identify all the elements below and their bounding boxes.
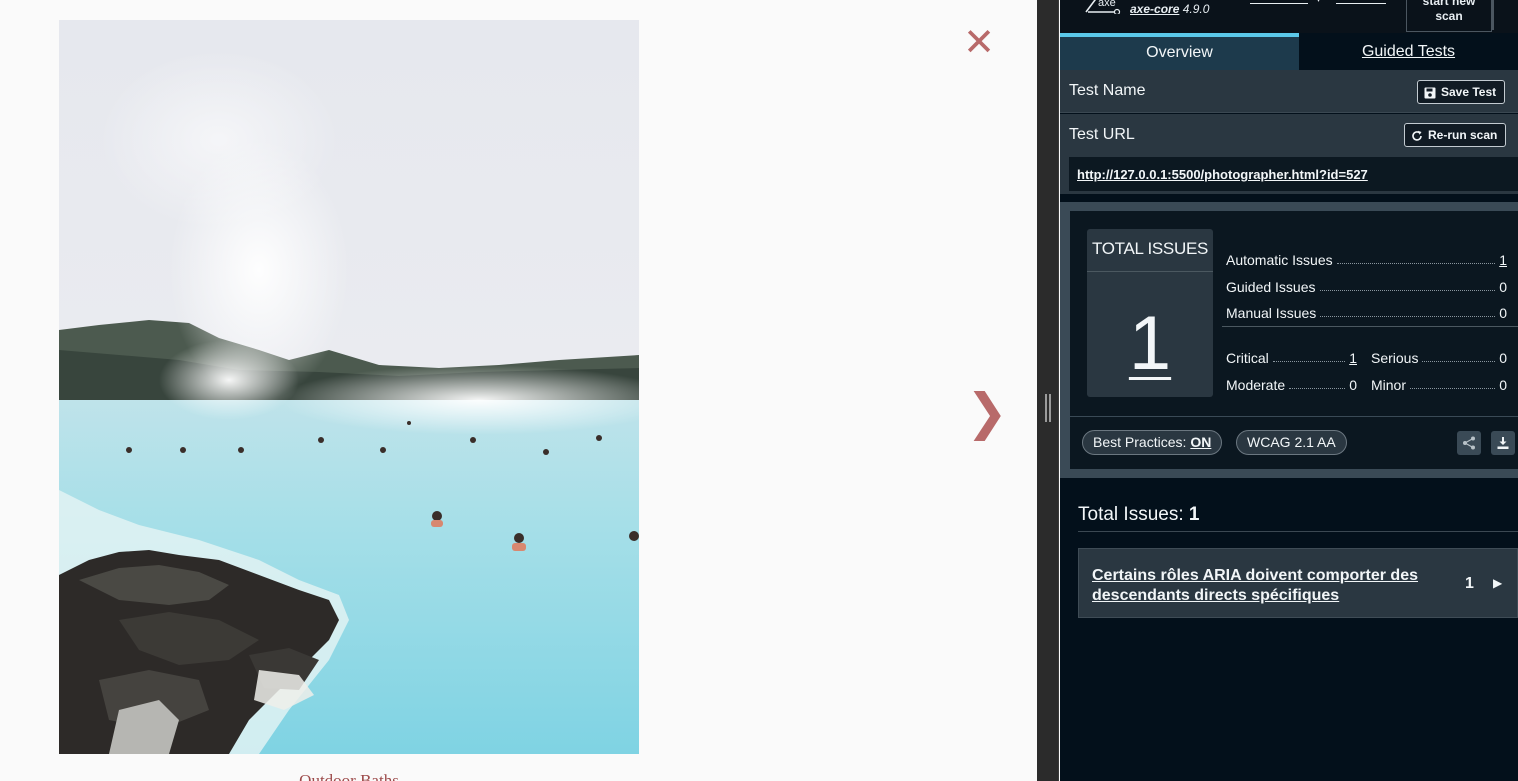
leader-dots — [1410, 388, 1496, 389]
chevron-right-icon: ▶ — [1493, 576, 1503, 590]
leader-dots — [1319, 290, 1496, 291]
manual-issues-count: 0 — [1499, 305, 1507, 321]
close-icon: ✕ — [963, 20, 995, 64]
manual-issues-stat: Manual Issues 0 — [1226, 305, 1507, 321]
geothermal-lagoon-image — [59, 20, 639, 754]
tested-url-link[interactable]: http://127.0.0.1:5500/photographer.html?… — [1077, 167, 1368, 182]
leader-dots — [1320, 316, 1496, 317]
total-issues-heading-label: Total Issues: — [1078, 504, 1184, 525]
automatic-issues-count[interactable]: 1 — [1499, 252, 1507, 268]
leader-dots — [1289, 388, 1346, 389]
leader-dots — [1422, 361, 1496, 362]
axe-logo-icon: axe — [1085, 0, 1121, 14]
refresh-icon — [1412, 130, 1422, 141]
lightbox-photo — [59, 20, 639, 754]
resize-handle[interactable] — [1045, 394, 1051, 422]
divider — [1078, 531, 1518, 532]
minor-count: 0 — [1499, 377, 1507, 393]
divider — [1070, 416, 1518, 417]
moderate-stat: Moderate 0 — [1226, 377, 1357, 393]
moderate-count: 0 — [1349, 377, 1357, 393]
axe-core-link[interactable]: axe-core — [1130, 2, 1179, 16]
critical-label: Critical — [1226, 350, 1269, 366]
total-issues-heading-count: 1 — [1188, 504, 1200, 525]
divider — [1087, 271, 1213, 272]
next-photo-button[interactable]: ❯ — [966, 383, 1008, 441]
leader-dots — [1336, 263, 1496, 264]
panel-tabs: Overview Guided Tests — [1060, 33, 1518, 70]
guided-issues-count: 0 — [1499, 279, 1507, 295]
tab-overview[interactable]: Overview — [1060, 33, 1299, 70]
test-url-row: Test URL Re-run scan http://127.0.0.1:55… — [1060, 114, 1518, 194]
download-icon — [1497, 437, 1509, 449]
divider — [1222, 326, 1518, 327]
svg-text:axe: axe — [1098, 0, 1116, 9]
total-issues-count[interactable]: 1 — [1087, 299, 1213, 389]
total-issues-heading: Total Issues: 1 — [1078, 504, 1199, 526]
lightbox-page: ✕ ❯ Outdoor Baths — [0, 0, 1037, 781]
manual-issues-label: Manual Issues — [1226, 305, 1317, 321]
critical-count[interactable]: 1 — [1349, 350, 1357, 366]
leader-dots — [1272, 361, 1346, 362]
export-button[interactable] — [1491, 431, 1515, 455]
guided-issues-label: Guided Issues — [1226, 279, 1316, 295]
axe-core-version: axe-core 4.9.0 — [1130, 2, 1209, 16]
best-practices-toggle: Best Practices: ON — [1082, 430, 1223, 455]
photo-caption: Outdoor Baths — [299, 771, 399, 781]
minor-stat: Minor 0 — [1371, 377, 1507, 393]
devtools-splitter — [1037, 0, 1059, 781]
summary-section: TOTAL ISSUES 1 Automatic Issues 1 Guided… — [1060, 202, 1518, 478]
guided-issues-stat: Guided Issues 0 — [1226, 279, 1507, 295]
version-number: 4.9.0 — [1182, 2, 1210, 16]
header-link-2[interactable] — [1336, 0, 1386, 4]
tab-guided-tests[interactable]: Guided Tests — [1299, 33, 1518, 70]
serious-label: Serious — [1371, 350, 1419, 366]
chevron-right-icon: ❯ — [966, 383, 1008, 441]
url-box: http://127.0.0.1:5500/photographer.html?… — [1069, 157, 1518, 191]
serious-count: 0 — [1499, 350, 1507, 366]
rerun-scan-button[interactable]: Re-run scan — [1404, 123, 1507, 147]
automatic-issues-label: Automatic Issues — [1226, 252, 1333, 268]
critical-stat: Critical 1 — [1226, 350, 1357, 366]
serious-stat: Serious 0 — [1371, 350, 1507, 366]
header-divider — [1492, 0, 1494, 30]
test-name-row: Test Name Save Test — [1060, 70, 1518, 113]
total-issues-title: TOTAL ISSUES — [1091, 239, 1209, 258]
issue-count: 1 — [1465, 575, 1474, 592]
new-scan-label-2: scan — [1435, 9, 1463, 23]
best-practices-label: Best Practices: — [1093, 434, 1187, 450]
axe-devtools-panel: axe axe-core 4.9.0 ▾ start new scan Over… — [1060, 0, 1518, 781]
test-name-label: Test Name — [1069, 82, 1146, 99]
dropdown-arrow-icon: ▾ — [1316, 0, 1321, 5]
save-test-label: Save Test — [1441, 85, 1497, 99]
new-scan-label-1: start new — [1422, 0, 1476, 8]
automatic-issues-stat: Automatic Issues 1 — [1226, 252, 1507, 268]
total-issues-box: TOTAL ISSUES 1 — [1087, 229, 1213, 397]
start-new-scan-button[interactable]: start new scan — [1406, 0, 1492, 32]
moderate-label: Moderate — [1226, 377, 1286, 393]
issue-title[interactable]: Certains rôles ARIA doivent comporter de… — [1092, 566, 1422, 606]
share-icon — [1463, 436, 1475, 450]
minor-label: Minor — [1371, 377, 1407, 393]
rerun-scan-label: Re-run scan — [1428, 128, 1498, 142]
share-button[interactable] — [1457, 431, 1481, 455]
test-url-label: Test URL — [1069, 126, 1135, 143]
issue-group-item[interactable]: Certains rôles ARIA doivent comporter de… — [1078, 548, 1518, 618]
save-test-button[interactable]: Save Test — [1417, 80, 1506, 104]
best-practices-on-toggle[interactable]: ON — [1190, 434, 1211, 450]
close-lightbox-button[interactable]: ✕ — [962, 22, 996, 62]
save-icon — [1424, 87, 1436, 99]
header-link-1[interactable] — [1250, 0, 1308, 4]
wcag-standard-badge[interactable]: WCAG 2.1 AA — [1236, 430, 1347, 455]
summary-card: TOTAL ISSUES 1 Automatic Issues 1 Guided… — [1070, 211, 1518, 469]
axe-header: axe axe-core 4.9.0 ▾ start new scan — [1060, 0, 1518, 33]
